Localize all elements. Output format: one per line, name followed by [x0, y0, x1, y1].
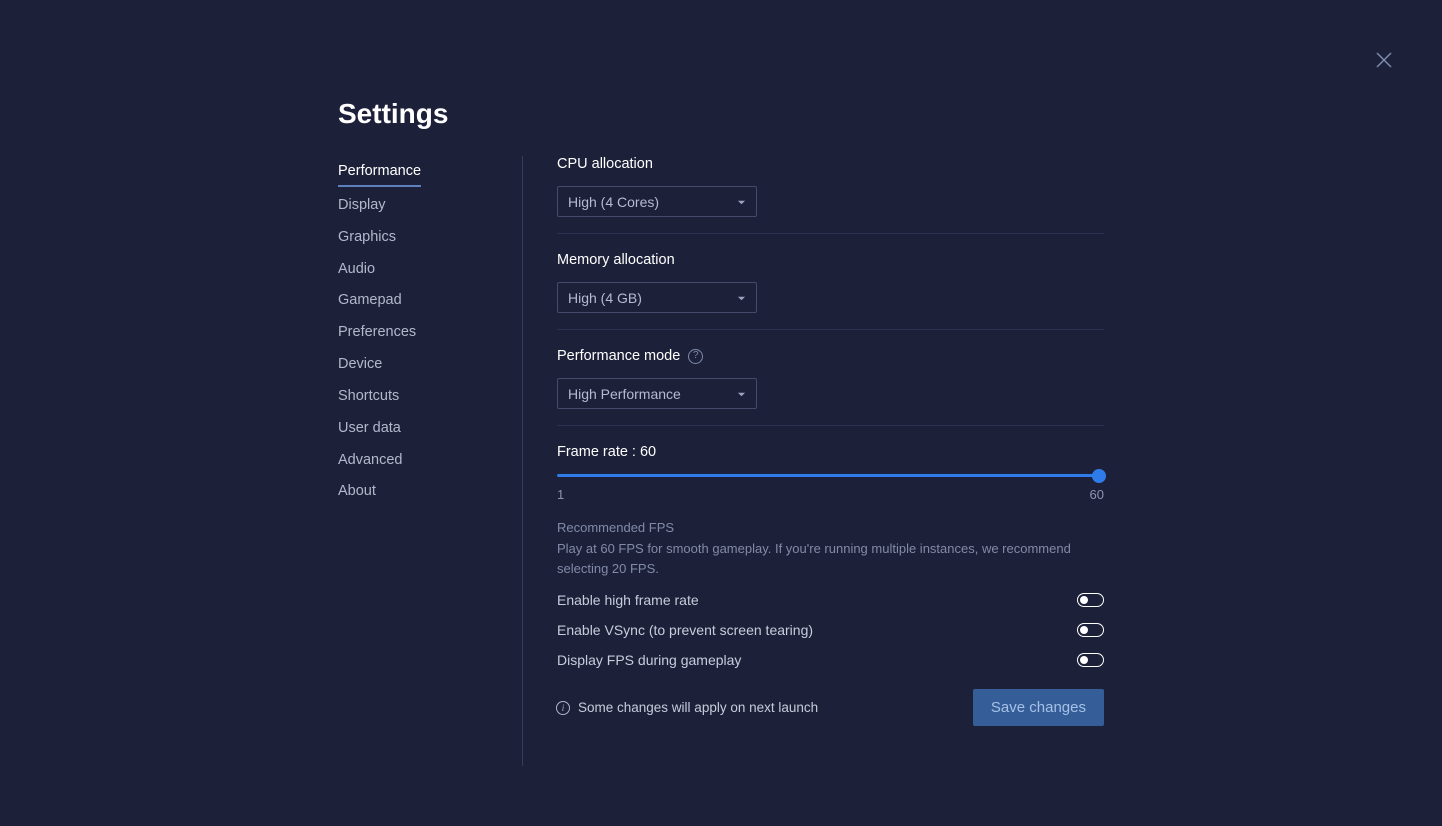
select-cpu-allocation[interactable]: High (4 Cores): [557, 186, 757, 217]
group-memory-allocation: Memory allocation High (4 GB): [557, 252, 1104, 330]
settings-sidebar: Performance Display Graphics Audio Gamep…: [338, 156, 522, 766]
slider-track[interactable]: [557, 474, 1104, 477]
group-performance-mode: Performance mode ? High Performance: [557, 348, 1104, 426]
chevron-down-icon: [737, 194, 746, 210]
slider-min: 1: [557, 487, 564, 502]
sidebar-item-advanced[interactable]: Advanced: [338, 445, 522, 477]
toggle-display-fps[interactable]: [1077, 653, 1104, 667]
select-value: High (4 GB): [568, 290, 642, 306]
group-cpu-allocation: CPU allocation High (4 Cores): [557, 156, 1104, 234]
sidebar-item-device[interactable]: Device: [338, 349, 522, 381]
sidebar-item-about[interactable]: About: [338, 476, 522, 508]
row-vsync: Enable VSync (to prevent screen tearing): [557, 622, 1104, 638]
label-vsync: Enable VSync (to prevent screen tearing): [557, 622, 813, 638]
footer-note-text: Some changes will apply on next launch: [578, 700, 818, 715]
sidebar-item-graphics[interactable]: Graphics: [338, 222, 522, 254]
page-title: Settings: [338, 98, 448, 130]
info-icon: i: [556, 701, 570, 715]
footer-note: i Some changes will apply on next launch: [556, 700, 818, 715]
sidebar-item-gamepad[interactable]: Gamepad: [338, 285, 522, 317]
sidebar-item-display[interactable]: Display: [338, 190, 522, 222]
row-high-frame-rate: Enable high frame rate: [557, 592, 1104, 608]
settings-window: Settings Performance Display Graphics Au…: [0, 0, 1442, 826]
footer: i Some changes will apply on next launch…: [556, 689, 1104, 726]
group-frame-rate: Frame rate : 60 1 60 Recommended FPS Pla…: [557, 444, 1104, 684]
close-icon: [1374, 57, 1394, 74]
row-display-fps: Display FPS during gameplay: [557, 652, 1104, 668]
chevron-down-icon: [737, 386, 746, 402]
sidebar-item-performance[interactable]: Performance: [338, 156, 421, 187]
slider-thumb[interactable]: [1092, 469, 1106, 483]
close-button[interactable]: [1374, 50, 1394, 70]
content-area: Performance Display Graphics Audio Gamep…: [338, 156, 1104, 766]
label-cpu-allocation: CPU allocation: [557, 156, 1104, 172]
hint-title: Recommended FPS: [557, 520, 1104, 535]
label-performance-mode: Performance mode ?: [557, 348, 1104, 364]
toggle-vsync[interactable]: [1077, 623, 1104, 637]
slider-range: 1 60: [557, 487, 1104, 502]
slider-max: 60: [1090, 487, 1104, 502]
sidebar-item-shortcuts[interactable]: Shortcuts: [338, 381, 522, 413]
chevron-down-icon: [737, 290, 746, 306]
select-performance-mode[interactable]: High Performance: [557, 378, 757, 409]
label-frame-rate: Frame rate : 60: [557, 444, 1104, 460]
label-high-frame-rate: Enable high frame rate: [557, 592, 699, 608]
select-value: High (4 Cores): [568, 194, 659, 210]
toggle-knob: [1080, 596, 1088, 604]
label-memory-allocation: Memory allocation: [557, 252, 1104, 268]
hint-text: Play at 60 FPS for smooth gameplay. If y…: [557, 539, 1104, 578]
select-memory-allocation[interactable]: High (4 GB): [557, 282, 757, 313]
settings-panel: CPU allocation High (4 Cores) Memory all…: [523, 156, 1104, 766]
save-changes-button[interactable]: Save changes: [973, 689, 1104, 726]
sidebar-item-user-data[interactable]: User data: [338, 413, 522, 445]
sidebar-item-preferences[interactable]: Preferences: [338, 317, 522, 349]
toggle-knob: [1080, 626, 1088, 634]
label-display-fps: Display FPS during gameplay: [557, 652, 741, 668]
select-value: High Performance: [568, 386, 681, 402]
framerate-slider[interactable]: 1 60: [557, 474, 1104, 502]
toggle-knob: [1080, 656, 1088, 664]
toggle-high-frame-rate[interactable]: [1077, 593, 1104, 607]
sidebar-item-audio[interactable]: Audio: [338, 254, 522, 286]
help-icon[interactable]: ?: [688, 349, 703, 364]
label-text: Performance mode: [557, 348, 680, 364]
